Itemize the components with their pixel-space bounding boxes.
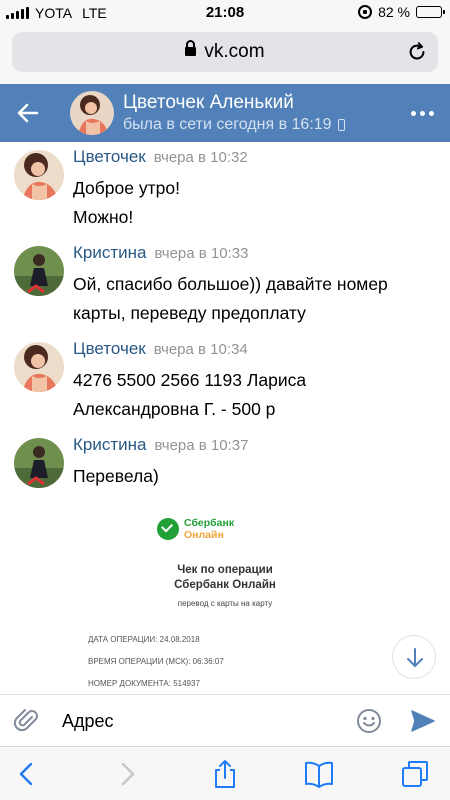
message-text: Доброе утро! Можно!: [73, 174, 433, 232]
sberbank-logo-text: Сбербанк Онлайн: [184, 517, 234, 541]
more-options-icon[interactable]: [411, 111, 434, 116]
message-line: Доброе утро!: [73, 178, 180, 198]
send-icon[interactable]: [410, 708, 436, 734]
scroll-down-button[interactable]: [392, 635, 436, 679]
last-seen-status: была в сети сегодня в 16:19: [123, 116, 345, 134]
status-bar: YOTA LTE 21:08 82 %: [0, 0, 450, 26]
author-avatar[interactable]: [14, 438, 64, 488]
address-bar[interactable]: vk.com: [12, 32, 438, 72]
sberbank-logo: Сбербанк Онлайн: [157, 517, 234, 541]
message-line: 4276 5500 2566 1193 Лариса: [73, 370, 307, 390]
browser-back-icon[interactable]: [12, 759, 42, 789]
arrow-down-icon: [407, 648, 423, 667]
message-author: Кристина вчера в 10:37: [73, 435, 248, 455]
browser-toolbar: [0, 746, 450, 800]
battery-percent: 82 %: [378, 4, 410, 20]
contact-name[interactable]: Цветочек Аленький: [123, 92, 294, 114]
author-avatar[interactable]: [14, 246, 64, 296]
browser-url-area: vk.com: [0, 26, 450, 84]
receipt-row-date: ДАТА ОПЕРАЦИИ: 24.08.2018: [88, 635, 200, 644]
message-author: Кристина вчера в 10:33: [73, 243, 248, 263]
message-text: Ой, спасибо большое)) давайте номер карт…: [73, 270, 433, 328]
author-avatar[interactable]: [14, 150, 64, 200]
receipt-row-doc: НОМЕР ДОКУМЕНТА: 514937: [88, 679, 200, 688]
message-time: вчера в 10:34: [153, 341, 248, 358]
receipt-image[interactable]: Сбербанк Онлайн Чек по операции Сбербанк…: [0, 507, 450, 694]
message-line: Перевела): [73, 466, 159, 486]
message-line: карты, переведу предоплату: [73, 303, 306, 323]
orientation-lock-icon: [358, 5, 373, 19]
tabs-icon[interactable]: [400, 759, 430, 789]
author-name[interactable]: Кристина: [73, 243, 146, 262]
receipt-subtitle: перевод с карты на карту: [177, 599, 273, 608]
receipt-row-time: ВРЕМЯ ОПЕРАЦИИ (МСК): 06:36:07: [88, 657, 224, 666]
message-line: Можно!: [73, 207, 134, 227]
share-icon[interactable]: [210, 759, 240, 789]
message-time: вчера в 10:33: [154, 245, 249, 262]
message-line: Александровна Г. - 500 р: [73, 399, 276, 419]
message-composer: [0, 694, 450, 746]
message-text: 4276 5500 2566 1193 Лариса Александровна…: [73, 366, 433, 424]
lock-icon: [185, 40, 197, 56]
status-right: 82 %: [358, 4, 445, 20]
emoji-icon[interactable]: [356, 708, 382, 734]
message-line: Ой, спасибо большое)) давайте номер: [73, 274, 388, 294]
message-input[interactable]: [62, 705, 342, 737]
logo-line1: Сбербанк: [184, 517, 235, 529]
bookmarks-icon[interactable]: [304, 759, 334, 789]
receipt-title-line2: Сбербанк Онлайн: [174, 579, 276, 591]
author-avatar[interactable]: [14, 342, 64, 392]
browser-forward-icon[interactable]: [112, 759, 142, 789]
url-text: vk.com: [204, 41, 265, 62]
message-author: Цветочек вчера в 10:32: [73, 147, 248, 167]
author-name[interactable]: Цветочек: [73, 339, 146, 358]
sberbank-logo-icon: [157, 518, 179, 540]
receipt-title: Чек по операции Сбербанк Онлайн: [0, 563, 450, 593]
chat-header: Цветочек Аленький была в сети сегодня в …: [0, 84, 450, 142]
reload-icon[interactable]: [406, 41, 428, 63]
message-time: вчера в 10:37: [154, 437, 249, 454]
message-time: вчера в 10:32: [153, 149, 248, 166]
logo-line2: Онлайн: [184, 529, 224, 541]
url-display[interactable]: vk.com: [12, 40, 438, 63]
message-author: Цветочек вчера в 10:34: [73, 339, 248, 359]
author-name[interactable]: Цветочек: [73, 147, 146, 166]
mobile-icon: [337, 119, 345, 131]
message-list: Цветочек вчера в 10:32 Доброе утро! Можно…: [0, 142, 450, 694]
header-avatar[interactable]: [70, 91, 114, 135]
paperclip-icon[interactable]: [14, 708, 40, 734]
battery-icon: [416, 6, 445, 18]
author-name[interactable]: Кристина: [73, 435, 146, 454]
back-arrow-icon[interactable]: [16, 101, 40, 125]
message-text: Перевела): [73, 462, 433, 491]
receipt-title-line1: Чек по операции: [177, 564, 273, 576]
last-seen-text: была в сети сегодня в 16:19: [123, 116, 332, 133]
